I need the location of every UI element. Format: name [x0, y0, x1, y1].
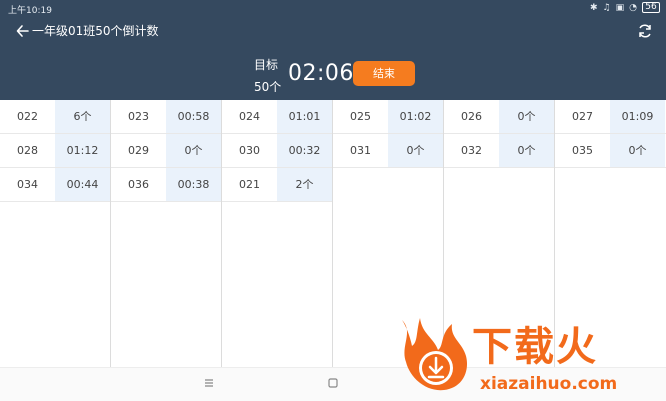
student-cell[interactable]: 029 0个 [111, 134, 221, 168]
student-id: 029 [128, 144, 149, 157]
back-arrow-icon [16, 24, 29, 37]
student-id: 027 [572, 110, 593, 123]
student-cell[interactable]: 034 00:44 [0, 168, 110, 202]
student-result: 01:02 [388, 100, 443, 133]
box-icon: ▣ [615, 2, 625, 13]
student-cell[interactable]: 021 2个 [222, 168, 332, 202]
wifi-icon: ◔ [629, 2, 637, 13]
battery-icon: 56 [642, 2, 660, 13]
student-id: 032 [461, 144, 482, 157]
watermark-logo: 下载火 xiazaihuo.com [392, 312, 666, 400]
goal-value: 50个 [254, 80, 282, 94]
student-cell[interactable]: 025 01:02 [333, 100, 443, 134]
page-title: 一年级01班50个倒计数 [32, 24, 159, 38]
student-id: 028 [17, 144, 38, 157]
student-id: 035 [572, 144, 593, 157]
student-id: 021 [239, 178, 260, 191]
student-id: 023 [128, 110, 149, 123]
student-id: 034 [17, 178, 38, 191]
back-button[interactable]: 一年级01班50个倒计数 [16, 22, 159, 39]
student-cell[interactable]: 028 01:12 [0, 134, 110, 168]
flame-logo-icon [402, 318, 468, 391]
student-id: 022 [17, 110, 38, 123]
student-result: 0个 [166, 134, 221, 167]
grid-column: 024 01:01 030 00:32 021 2个 [222, 100, 333, 367]
bluetooth-icon: ✱ [590, 2, 598, 13]
countdown-timer: 02:06 [288, 61, 354, 86]
student-result: 01:09 [610, 100, 665, 133]
student-cell[interactable]: 026 0个 [444, 100, 554, 134]
goal-label: 目标 [254, 58, 279, 72]
nav-row: 一年级01班50个倒计数 [0, 20, 666, 44]
grid-column: 022 6个 028 01:12 034 00:44 [0, 100, 111, 367]
status-time: 上午10:19 [8, 6, 52, 16]
home-icon[interactable] [328, 378, 338, 388]
grid-column: 023 00:58 029 0个 036 00:38 [111, 100, 222, 367]
goal-block: 目标 50个 [254, 54, 284, 98]
refresh-icon[interactable] [636, 22, 654, 40]
end-button[interactable]: 结束 [353, 61, 415, 86]
student-cell[interactable]: 031 0个 [333, 134, 443, 168]
student-id: 036 [128, 178, 149, 191]
student-cell[interactable]: 027 01:09 [555, 100, 666, 134]
student-result: 0个 [610, 134, 665, 167]
student-cell[interactable]: 035 0个 [555, 134, 666, 168]
watermark-brand: 下载火 [472, 324, 598, 370]
student-result: 00:38 [166, 168, 221, 201]
student-id: 030 [239, 144, 260, 157]
student-result: 0个 [388, 134, 443, 167]
student-id: 031 [350, 144, 371, 157]
student-id: 025 [350, 110, 371, 123]
student-result: 2个 [277, 168, 332, 201]
student-cell[interactable]: 022 6个 [0, 100, 110, 134]
student-result: 00:58 [166, 100, 221, 133]
menu-icon[interactable] [204, 378, 214, 388]
student-cell[interactable]: 032 0个 [444, 134, 554, 168]
watermark-url: xiazaihuo.com [480, 374, 618, 394]
student-id: 024 [239, 110, 260, 123]
status-bar: 上午10:19 ✱ ♫ ▣ ◔ 56 [0, 0, 666, 18]
mute-icon: ♫ [602, 2, 611, 13]
student-result: 6个 [55, 100, 110, 133]
student-result: 01:01 [277, 100, 332, 133]
header-bar: 上午10:19 ✱ ♫ ▣ ◔ 56 一年级01班50个倒计数 目标 50个 0… [0, 0, 666, 100]
status-icons: ✱ ♫ ▣ ◔ 56 [590, 2, 660, 13]
student-result: 0个 [499, 100, 554, 133]
student-cell[interactable]: 030 00:32 [222, 134, 332, 168]
student-result: 00:44 [55, 168, 110, 201]
student-cell[interactable]: 023 00:58 [111, 100, 221, 134]
student-id: 026 [461, 110, 482, 123]
student-result: 01:12 [55, 134, 110, 167]
student-cell[interactable]: 036 00:38 [111, 168, 221, 202]
student-result: 0个 [499, 134, 554, 167]
student-cell[interactable]: 024 01:01 [222, 100, 332, 134]
student-result: 00:32 [277, 134, 332, 167]
